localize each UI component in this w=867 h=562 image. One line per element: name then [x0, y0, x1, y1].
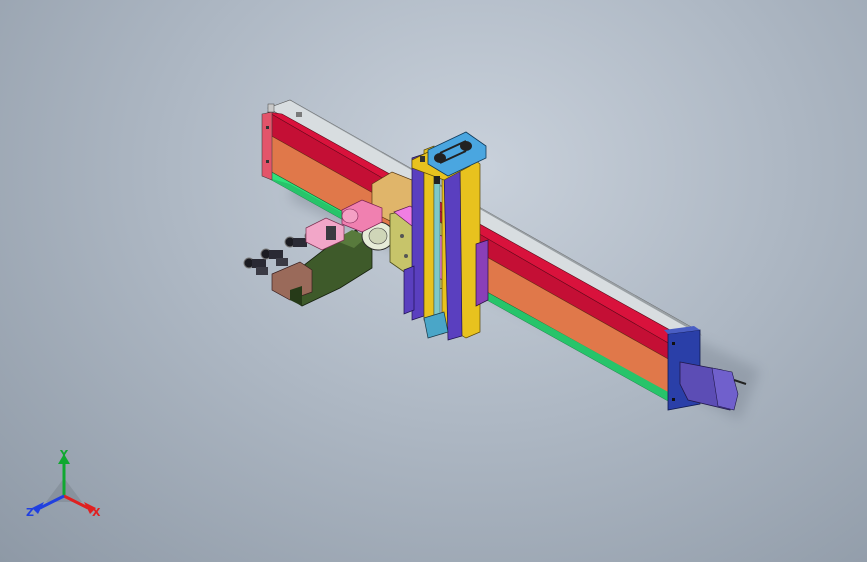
pink-motor-top-cap	[341, 208, 359, 224]
gantry-assembly-model[interactable]	[0, 0, 867, 562]
triad-y-label: Y	[59, 448, 69, 461]
triad-z-label: Z	[26, 506, 34, 519]
plate-hole	[400, 234, 404, 238]
triad-x-label: X	[92, 506, 101, 519]
column-purple-left	[403, 265, 415, 315]
camera-lens-body	[293, 238, 307, 247]
column-rail-plate	[475, 239, 489, 307]
camera-lens-body	[252, 259, 266, 268]
rail-left-fitting	[267, 103, 275, 113]
camera-lens-body	[269, 250, 283, 259]
camera-lens-body	[256, 267, 268, 275]
rail-left-fitting	[296, 112, 302, 117]
rail-left-endcap-screw	[266, 160, 269, 163]
pink-motor-flange	[326, 226, 336, 240]
rail-left-endcap-screw	[266, 126, 269, 129]
camera-lens-body	[276, 258, 288, 266]
plate-hole	[404, 254, 408, 258]
rail-right-endcap-screw	[672, 398, 675, 401]
fitting-bolt	[434, 176, 440, 184]
fitting-bolt	[420, 156, 425, 162]
cad-viewport[interactable]: Y X Z	[0, 0, 867, 562]
rotary-ring-inner	[368, 227, 388, 245]
rail-right-endcap-screw	[672, 342, 675, 345]
rail-left-endcap	[261, 111, 273, 181]
axis-triad: Y X Z	[26, 448, 101, 519]
